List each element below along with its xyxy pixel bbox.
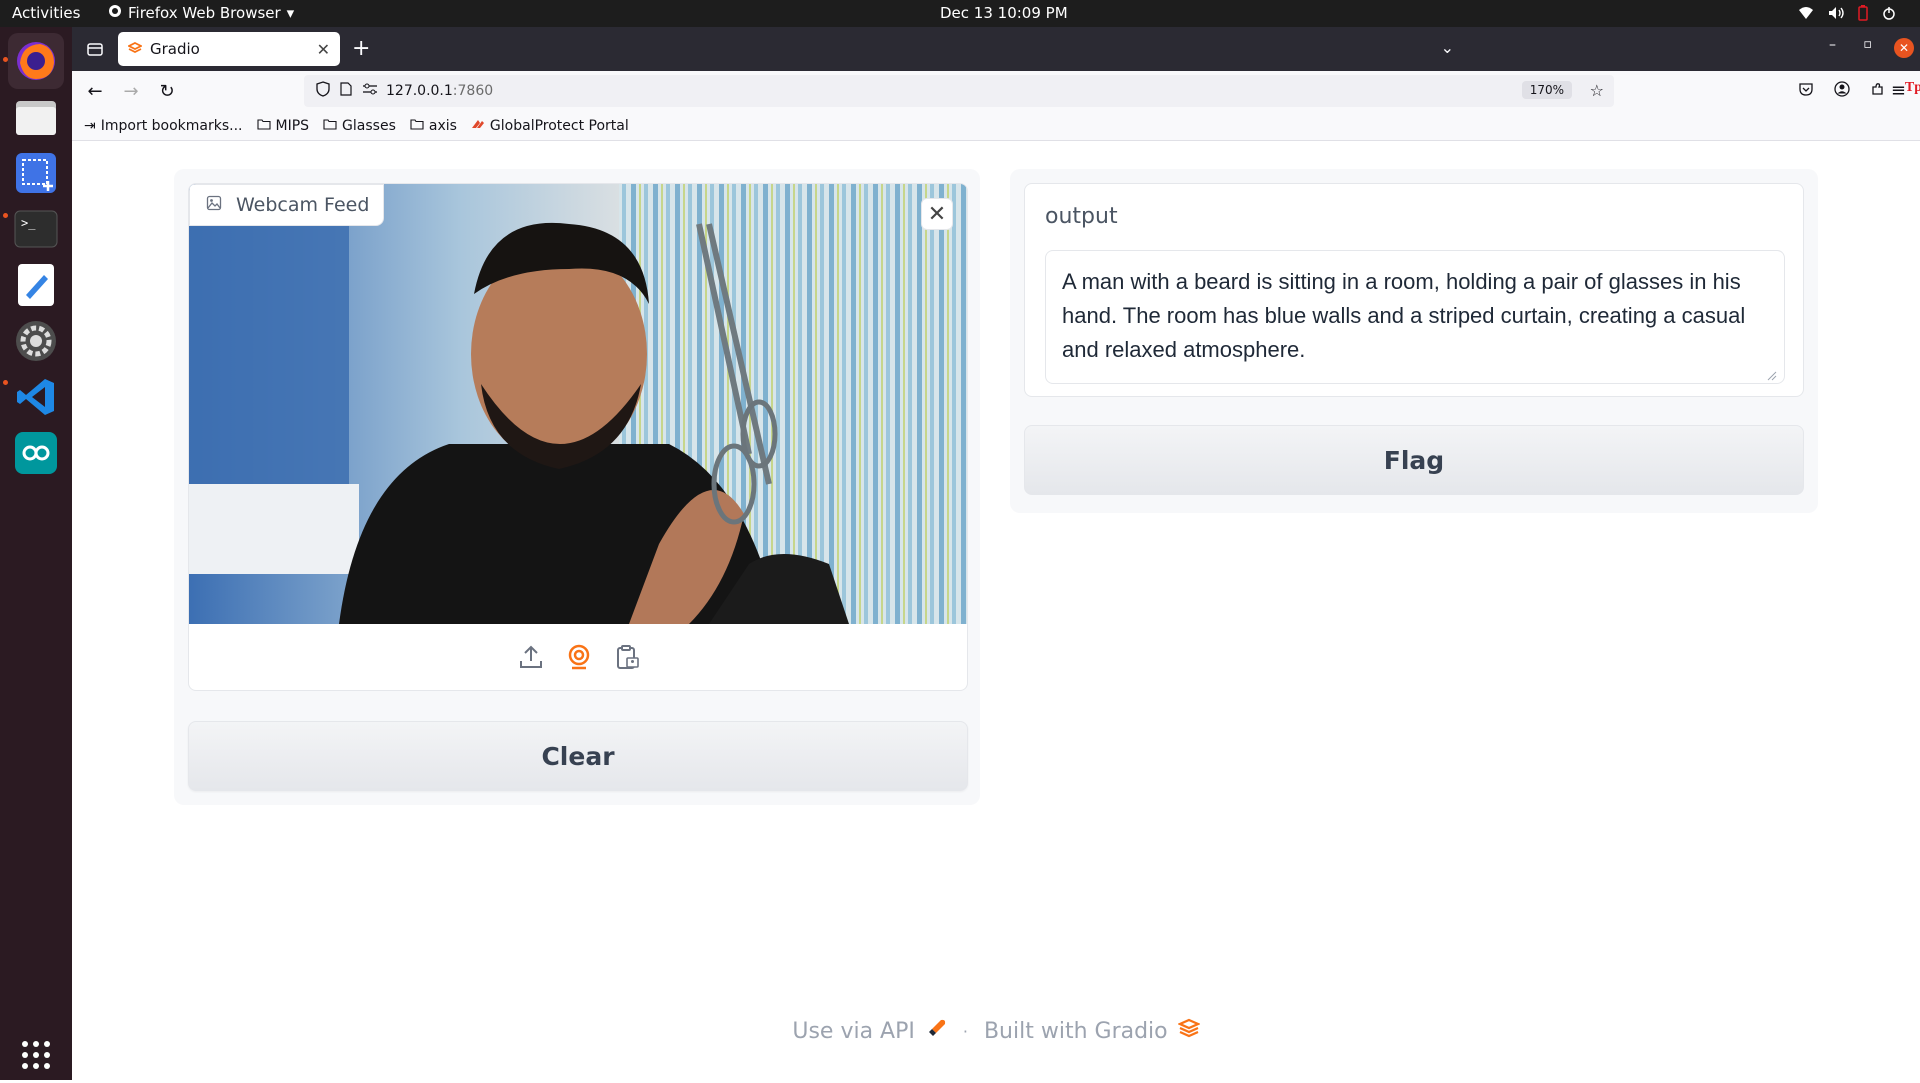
wifi-icon (1798, 6, 1814, 24)
image-label: Webcam Feed (189, 184, 385, 226)
folder-icon (323, 118, 337, 134)
extension-tp-icon[interactable]: Tp (1905, 80, 1920, 96)
clipboard-icon[interactable] (612, 642, 642, 672)
tab-gradio[interactable]: Gradio ✕ (118, 32, 340, 66)
volume-icon (1828, 6, 1844, 24)
bookmark-label: Import bookmarks... (100, 117, 243, 134)
firefox-icon[interactable] (8, 33, 64, 89)
bookmark-folder-mips[interactable]: MIPS (256, 117, 310, 134)
bookmark-folder-axis[interactable]: axis (410, 118, 457, 134)
built-with-gradio-label: Built with Gradio (983, 1018, 1168, 1044)
input-panel: Webcam Feed ✕ Clear (174, 169, 980, 805)
bookmark-label: MIPS (275, 117, 310, 134)
clear-button[interactable]: Clear (188, 721, 968, 791)
page-icon[interactable] (340, 82, 352, 100)
footer-separator: · (962, 1021, 968, 1041)
vscode-icon[interactable] (8, 369, 64, 425)
minimize-button[interactable]: – (1829, 37, 1836, 53)
text-editor-icon[interactable] (8, 257, 64, 313)
terminal-icon[interactable]: >_ (8, 201, 64, 257)
webcam-image-component: Webcam Feed ✕ (188, 183, 968, 691)
chevron-down-icon: ▾ (286, 4, 295, 22)
app-grid-icon[interactable] (8, 1027, 64, 1083)
back-button[interactable]: ← (82, 79, 108, 103)
pocket-icon[interactable] (1798, 81, 1814, 101)
bookmark-label: axis (428, 117, 457, 134)
url-host: 127.0.0.1 (386, 83, 453, 99)
bookmark-label: GlobalProtect Portal (489, 117, 629, 134)
flag-button[interactable]: Flag (1024, 425, 1804, 495)
folder-icon (256, 118, 271, 134)
webcam-icon[interactable] (564, 642, 594, 672)
settings-icon[interactable] (8, 313, 64, 369)
url-port: :7860 (452, 83, 494, 99)
new-tab-button[interactable]: + (352, 36, 370, 61)
image-icon (206, 194, 222, 216)
dock: >_ (0, 27, 72, 1080)
clock[interactable]: Dec 13 10:09 PM (940, 4, 1068, 22)
power-icon (1882, 6, 1896, 24)
footer: Use via API · Built with Gradio (72, 1018, 1920, 1044)
app-menu[interactable]: Firefox Web Browser ▾ (108, 4, 294, 22)
output-panel: output A man with a beard is sitting in … (1010, 169, 1818, 513)
arduino-icon[interactable] (8, 425, 64, 481)
account-icon[interactable] (1834, 81, 1850, 101)
output-textbox-component: output A man with a beard is sitting in … (1024, 183, 1804, 397)
bookmark-label: Glasses (342, 117, 396, 134)
bookmark-globalprotect[interactable]: GlobalProtect Portal (471, 118, 629, 134)
shield-icon[interactable] (316, 81, 330, 101)
svg-text:>_: >_ (21, 216, 36, 230)
webcam-snapshot (189, 184, 967, 624)
permissions-icon[interactable] (362, 83, 378, 99)
gradio-page: Webcam Feed ✕ Clear output A man with a … (72, 141, 1920, 1080)
built-with-gradio-link[interactable]: Built with Gradio (983, 1018, 1201, 1044)
bookmark-star-icon[interactable]: ☆ (1590, 81, 1604, 100)
extensions-icon[interactable] (1870, 81, 1886, 101)
bookmarks-toolbar: ⇥ Import bookmarks... MIPS Glasses axis … (72, 111, 1920, 141)
bookmark-import[interactable]: ⇥ Import bookmarks... (84, 118, 243, 134)
app-menu-label: Firefox Web Browser (128, 4, 281, 22)
close-icon[interactable]: ✕ (921, 198, 953, 230)
import-icon: ⇥ (84, 117, 96, 134)
upload-icon[interactable] (516, 642, 546, 672)
files-icon[interactable] (8, 89, 64, 145)
chevron-down-icon[interactable]: ⌄ (1441, 38, 1454, 57)
globalprotect-icon (471, 118, 485, 134)
menu-icon[interactable]: ≡ (1891, 80, 1906, 101)
gradio-favicon-icon (126, 40, 144, 58)
close-tab-icon[interactable]: ✕ (317, 40, 330, 59)
tab-strip: Gradio ✕ + ⌄ – ▫ ✕ (72, 27, 1920, 71)
maximize-button[interactable]: ▫ (1863, 37, 1872, 52)
rocket-icon (927, 1018, 947, 1044)
list-all-tabs-icon[interactable] (86, 40, 104, 62)
bookmark-folder-glasses[interactable]: Glasses (323, 118, 396, 134)
gradio-logo-icon (1176, 1018, 1201, 1044)
use-via-api-label: Use via API (792, 1018, 915, 1044)
output-textarea[interactable]: A man with a beard is sitting in a room,… (1045, 250, 1785, 384)
folder-icon (410, 118, 424, 134)
url-bar[interactable]: 127.0.0.1:7860 170% ☆ (304, 75, 1614, 107)
firefox-small-icon (108, 4, 122, 22)
zoom-indicator[interactable]: 170% (1521, 81, 1572, 99)
system-tray[interactable] (1798, 5, 1896, 25)
navigation-bar: ← → ↻ 127.0.0.1:7860 170% ☆ Tp (72, 71, 1920, 111)
activities-button[interactable]: Activities (12, 4, 80, 22)
source-selection-bar (189, 624, 967, 690)
close-window-button[interactable]: ✕ (1894, 38, 1914, 58)
output-label: output (1045, 204, 1118, 229)
resize-handle-icon[interactable] (1767, 366, 1777, 381)
battery-icon (1858, 5, 1868, 25)
forward-button[interactable]: → (118, 79, 144, 103)
system-top-bar: Activities Firefox Web Browser ▾ Dec 13 … (0, 0, 1920, 27)
screenshot-icon[interactable] (8, 145, 64, 201)
image-label-text: Webcam Feed (236, 194, 370, 216)
use-via-api-link[interactable]: Use via API (792, 1018, 947, 1044)
reload-button[interactable]: ↻ (154, 79, 180, 103)
tab-title: Gradio (150, 40, 200, 58)
